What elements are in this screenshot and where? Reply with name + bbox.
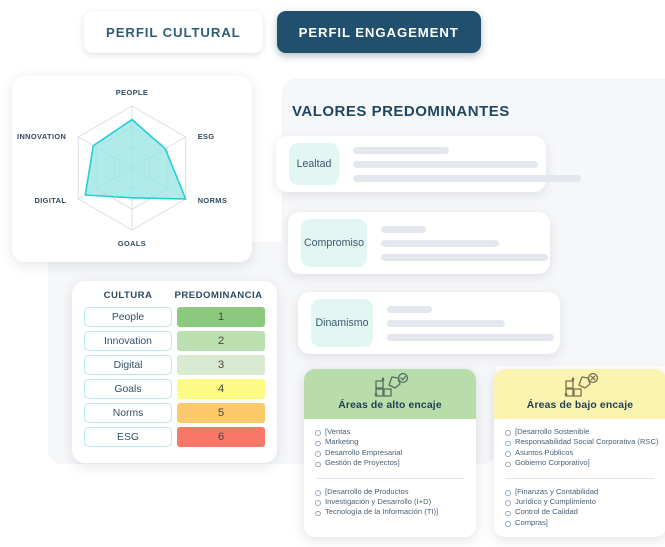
area-list-item: Marketing (314, 437, 466, 447)
cultura-cell: Goals (84, 379, 172, 399)
predominancia-cell: 5 (177, 403, 265, 423)
divider (506, 477, 654, 479)
area-list-item: Gestión de Proyectos] (314, 458, 466, 468)
table-row[interactable]: Innovation 2 (72, 331, 277, 351)
table-row[interactable]: Digital 3 (72, 355, 277, 375)
puzzle-cross-icon (564, 373, 599, 397)
table-row[interactable]: Norms 5 (72, 403, 277, 423)
areas-bajo-encaje-panel: Áreas de bajo encaje [Desarrollo Sosteni… (494, 369, 665, 537)
areas-bajo-encaje-group-1: [Desarrollo Sostenible Responsabilidad So… (504, 427, 659, 469)
tab-perfil-cultural[interactable]: PERFIL CULTURAL (84, 11, 263, 53)
area-list-item: Desarrollo Empresarial (314, 448, 466, 458)
area-list-item: Asuntos Públicos (504, 448, 656, 458)
tab-perfil-engagement-label: PERFIL ENGAGEMENT (298, 24, 459, 40)
radar-axis-label: INNOVATION (17, 132, 66, 141)
table-row[interactable]: ESG 6 (72, 427, 277, 447)
cultura-cell: ESG (84, 427, 172, 447)
area-list-item: Responsabilidad Social Corporativa (RSC) (504, 437, 659, 447)
areas-bajo-encaje-title: Áreas de bajo encaje (526, 400, 634, 411)
cultura-cell: Innovation (84, 331, 172, 351)
cultura-table-header: CULTURA PREDOMINANCIA (72, 290, 277, 301)
predominancia-cell: 2 (177, 331, 265, 351)
areas-alto-encaje-title: Áreas de alto encaje (338, 400, 442, 411)
radar-data-area (84, 118, 187, 200)
valor-chip-compromiso: Compromiso (301, 219, 367, 267)
radar-axis-label: GOALS (118, 239, 146, 248)
valor-card-compromiso[interactable]: Compromiso (288, 212, 550, 274)
cultura-cell: People (84, 307, 172, 327)
area-list-item: Jurídico y Cumplimiento (504, 497, 656, 507)
areas-bajo-encaje-header: Áreas de bajo encaje (494, 369, 665, 419)
cultura-table-body: People 1 Innovation 2 Digital 3 Goals 4 Norms 5 ES… (72, 307, 277, 447)
area-list-item: Control de Calidad (504, 507, 656, 517)
valor-skeleton-bars (353, 146, 581, 182)
areas-bajo-encaje-body: [Desarrollo Sostenible Responsabilidad So… (494, 419, 665, 528)
area-list-item: [Desarrollo de Productos (314, 487, 466, 497)
table-row[interactable]: People 1 (72, 307, 277, 327)
cultura-table-card: CULTURA PREDOMINANCIA People 1 Innovation 2… (72, 281, 277, 463)
area-list-item: [Ventas (314, 427, 466, 437)
radar-axis-label: NORMS (198, 196, 228, 205)
table-row[interactable]: Goals 4 (72, 379, 277, 399)
tab-perfil-engagement[interactable]: PERFIL ENGAGEMENT (276, 11, 481, 53)
area-list-item: Investigación y Desarrollo (I+D) (314, 497, 466, 507)
radar-axis-label: PEOPLE (116, 88, 148, 97)
radar-axis-label: DIGITAL (34, 196, 66, 205)
app-root: PERFIL CULTURAL PERFIL ENGAGEMENT PEOPLE… (0, 0, 665, 547)
predominancia-cell: 3 (177, 355, 265, 375)
area-list-item: [Finanzas y Contabilidad (504, 487, 656, 497)
radar-axis-label: ESG (198, 132, 215, 141)
area-list-item: [Desarrollo Sostenible (504, 427, 656, 437)
valores-predominantes-title: VALORES PREDOMINANTES (292, 103, 510, 120)
predominancia-cell: 6 (177, 427, 265, 447)
tab-perfil-cultural-label: PERFIL CULTURAL (106, 24, 241, 40)
valor-chip-dinamismo: Dinamismo (311, 299, 373, 347)
areas-alto-encaje-group-2: [Desarrollo de Productos Investigación y … (314, 487, 466, 518)
area-list-item: Tecnología de la Información (TI)] (314, 507, 466, 517)
radar-chart: PEOPLE ESG NORMS GOALS DIGITAL INNOVATION (17, 88, 228, 248)
cultura-cell: Norms (84, 403, 172, 423)
areas-bajo-encaje-group-2: [Finanzas y Contabilidad Jurídico y Cumpl… (504, 487, 656, 529)
predominancia-cell: 1 (177, 307, 265, 327)
areas-alto-encaje-group-1: [Ventas Marketing Desarrollo Empresarial Ge… (314, 427, 466, 469)
divider (316, 477, 464, 479)
area-list-item: Compras] (504, 518, 656, 528)
valor-chip-lealtad: Lealtad (289, 143, 339, 185)
valor-card-lealtad[interactable]: Lealtad (276, 136, 581, 192)
areas-alto-encaje-header: Áreas de alto encaje (304, 369, 476, 419)
profile-tabs: PERFIL CULTURAL PERFIL ENGAGEMENT (84, 11, 481, 53)
table-header-cultura: CULTURA (103, 290, 153, 301)
table-header-predominancia: PREDOMINANCIA (174, 290, 263, 301)
areas-alto-encaje-panel: Áreas de alto encaje [Ventas Marketing Des… (304, 369, 476, 537)
radar-chart-card: PEOPLE ESG NORMS GOALS DIGITAL INNOVATION (12, 76, 252, 262)
valor-card-dinamismo[interactable]: Dinamismo (298, 292, 560, 354)
valor-skeleton-bars (387, 305, 554, 341)
valor-skeleton-bars (381, 225, 548, 261)
areas-alto-encaje-body: [Ventas Marketing Desarrollo Empresarial Ge… (304, 419, 476, 518)
cultura-cell: Digital (84, 355, 172, 375)
area-list-item: Gobierno Corporativo] (504, 458, 656, 468)
predominancia-cell: 4 (177, 379, 265, 399)
puzzle-check-icon (374, 373, 409, 397)
